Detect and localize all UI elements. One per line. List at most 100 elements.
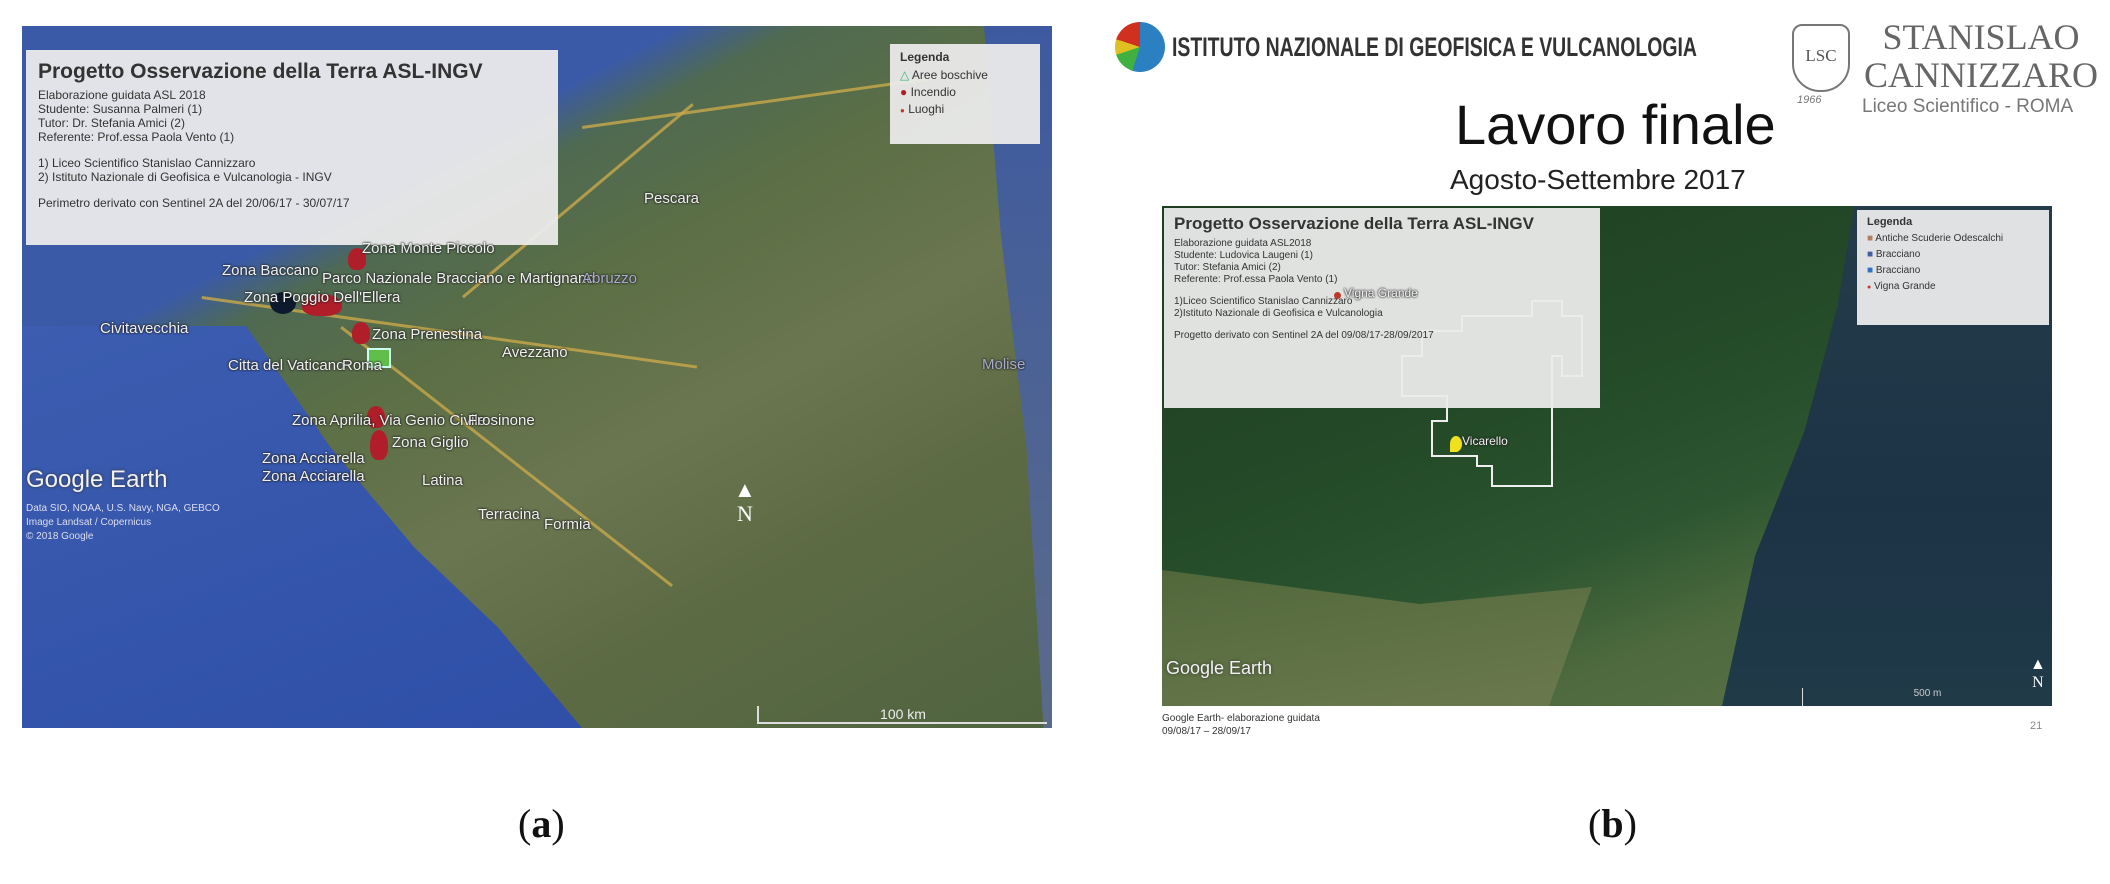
school-name-line: CANNIZZARO <box>1864 55 2098 95</box>
scale-bar: 100 km <box>757 706 1047 724</box>
place-label: Formia <box>544 516 591 533</box>
scale-label: 100 km <box>880 706 926 722</box>
school-name-line: STANISLAO <box>1882 17 2080 57</box>
page-number: 21 <box>2030 720 2043 732</box>
north-arrow-icon: ▲ <box>734 477 756 502</box>
school-crest-logo: LSC <box>1792 24 1850 92</box>
dot-icon: ● <box>900 106 905 115</box>
text-line: Progetto derivato con Sentinel 2A del 09… <box>1174 330 1434 341</box>
legend-item: △ Aree boschive <box>900 68 1030 82</box>
place-label: Molise <box>982 356 1026 373</box>
google-earth-watermark: Google Earth <box>1166 658 1273 678</box>
ingv-globe-logo <box>1115 22 1165 72</box>
legend-title: Legenda <box>900 50 950 64</box>
dot-icon: ● <box>1867 284 1872 291</box>
place-label: Vigna Grande <box>1344 286 1418 300</box>
text-line: Elaborazione guidata ASL2018 <box>1174 238 1312 249</box>
place-label: Zona Acciarella <box>262 450 365 467</box>
info-title: Progetto Osservazione della Terra ASL-IN… <box>1174 214 1534 233</box>
legend-label: Luoghi <box>908 102 945 116</box>
pushpin-icon[interactable] <box>1450 436 1462 452</box>
text-line <box>38 184 546 196</box>
text-line: Referente: Prof.essa Paola Vento (1) <box>1174 274 1338 285</box>
place-label: Vicarello <box>1462 434 1508 448</box>
legend-box: Legenda △ Aree boschive ● Incendio ● Luo… <box>890 44 1040 144</box>
place-label: Latina <box>422 472 463 489</box>
text-line: 09/08/17 – 28/09/17 <box>1162 726 1251 737</box>
slide-title: Lavoro finale <box>1455 93 1776 156</box>
legend-label: Incendio <box>910 85 956 99</box>
text-line: Studente: Ludovica Laugeni (1) <box>1174 250 1313 261</box>
legend-label: Vigna Grande <box>1874 281 1936 292</box>
place-label: Civitavecchia <box>100 320 189 337</box>
legend-item: ● Vigna Grande <box>1867 281 2039 292</box>
north-arrow: ▲ N <box>734 478 756 526</box>
legend-item: ■ Bracciano <box>1867 249 2039 260</box>
text-line: Image Landsat / Copernicus <box>26 517 152 528</box>
north-label: N <box>736 501 753 526</box>
slide-footer: Google Earth- elaborazione guidata 09/08/… <box>1162 712 1320 738</box>
place-label: Avezzano <box>502 344 568 361</box>
text-line: Tutor: Stefania Amici (2) <box>1174 262 1281 273</box>
caption-letter: b <box>1601 801 1624 846</box>
legend-item: ■ Bracciano <box>1867 265 2039 276</box>
place-label: Zona Aprilia, Via Genio Civile <box>292 412 486 429</box>
north-arrow-icon: ▲ <box>2030 656 2046 673</box>
legend-item: ● Incendio <box>900 85 1030 99</box>
google-earth-watermark: Google Earth <box>26 466 168 493</box>
text-line: Referente: Prof.essa Paola Vento (1) <box>38 130 235 144</box>
text-line: Studente: Susanna Palmeri (1) <box>38 102 203 116</box>
crest-monogram: LSC <box>1805 46 1837 65</box>
text-line: © 2018 Google <box>26 531 94 542</box>
text-line: 1) Liceo Scientifico Stanislao Cannizzar… <box>38 156 256 170</box>
school-subtitle: Liceo Scientifico - ROMA <box>1862 96 2074 117</box>
info-title: Progetto Osservazione della Terra ASL-IN… <box>38 60 483 83</box>
fire-marker[interactable] <box>352 322 370 344</box>
text-line <box>1174 320 1590 330</box>
text-line <box>38 144 546 156</box>
text-line: Perimetro derivato con Sentinel 2A del 2… <box>38 196 350 210</box>
image-icon: ■ <box>1867 265 1874 276</box>
fire-marker[interactable] <box>370 430 388 460</box>
legend-label: Bracciano <box>1875 249 1921 260</box>
triangle-icon: △ <box>900 68 910 82</box>
crest-year: 1966 <box>1797 94 1822 106</box>
place-label: Zona Giglio <box>392 434 469 451</box>
place-label: Frosinone <box>468 412 535 429</box>
info-box: Progetto Osservazione della Terra ASL-IN… <box>1164 208 1600 408</box>
legend-item: ■ Antiche Scuderie Odescalchi <box>1867 233 2039 244</box>
image-icon: ■ <box>1867 249 1874 260</box>
place-label: Zona Poggio Dell'Ellera <box>244 289 401 306</box>
school-name: STANISLAO CANNIZZARO <box>1856 18 2106 94</box>
legend-label: Antiche Scuderie Odescalchi <box>1875 233 2004 244</box>
legend-item: ● Luoghi <box>900 102 1030 116</box>
text-line: 2) Istituto Nazionale di Geofisica e Vul… <box>38 170 332 184</box>
place-label: Zona Monte Piccolo <box>362 240 495 257</box>
slide-subtitle: Agosto-Settembre 2017 <box>1450 164 1746 195</box>
place-label: Parco Nazionale Bracciano e Martignano <box>322 270 595 287</box>
place-label: Terracina <box>478 506 540 523</box>
legend-label: Aree boschive <box>911 68 988 82</box>
fire-icon: ● <box>900 85 908 99</box>
place-label: Roma <box>342 357 383 374</box>
road <box>582 75 939 129</box>
ingv-logo-text: ISTITUTO NAZIONALE DI GEOFISICA E VULCAN… <box>1172 32 1697 62</box>
place-label: Pescara <box>644 190 700 207</box>
place-label: Abruzzo <box>582 270 638 287</box>
caption-a: (a) <box>518 801 565 846</box>
text-line: Google Earth- elaborazione guidata <box>1162 713 1320 724</box>
caption-b: (b) <box>1588 801 1637 846</box>
north-arrow: ▲ N <box>2030 656 2046 692</box>
north-label: N <box>2032 674 2044 691</box>
location-pin-icon[interactable] <box>1334 292 1341 299</box>
text-line: Tutor: Dr. Stefania Amici (2) <box>38 116 185 130</box>
info-box: Progetto Osservazione della Terra ASL-IN… <box>26 50 558 245</box>
place-label: Citta del Vaticano <box>228 357 345 374</box>
legend-label: Bracciano <box>1875 265 1921 276</box>
text-line: Data SIO, NOAA, U.S. Navy, NGA, GEBCO <box>26 503 220 514</box>
scale-bar: 500 m <box>1802 688 2052 706</box>
building-icon: ■ <box>1867 233 1874 244</box>
text-line: 2)Istituto Nazionale di Geofisica e Vulc… <box>1174 308 1383 319</box>
legend-title: Legenda <box>1867 216 1913 228</box>
place-label: Zona Acciarella <box>262 468 365 485</box>
